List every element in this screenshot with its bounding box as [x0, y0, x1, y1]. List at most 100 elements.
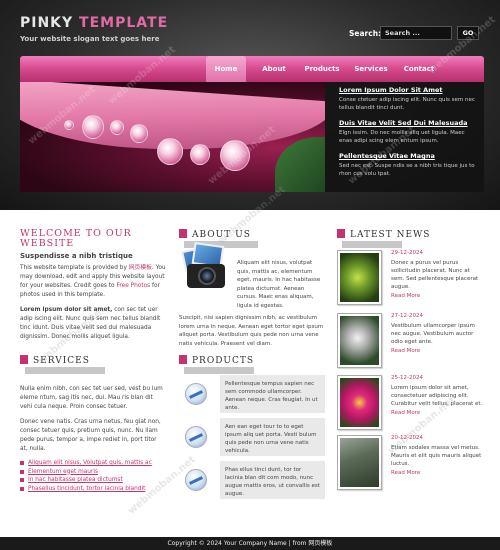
product-globe-icon[interactable] [185, 469, 207, 491]
hero-news-title[interactable]: Lorem Ipsum Dolor Sit Amet [339, 86, 476, 94]
news-item: 20-12-2024 Etiam sodales massa vel metus… [337, 435, 484, 490]
water-drop [110, 120, 124, 135]
products-section: PRODUCTS Pellentesque tempus sapien nec … [179, 355, 325, 499]
site-logo[interactable]: PINKY TEMPLATE [20, 15, 168, 31]
about-paragraph-1: Aliquam elit nisus, volutpat quis, matti… [237, 260, 321, 309]
news-date: 20-12-2024 [391, 435, 423, 441]
site-slogan: Your website slogan text goes here [20, 35, 160, 43]
news-thumbnail-ladybug[interactable] [337, 250, 382, 305]
product-globe-icon[interactable] [185, 383, 207, 405]
heading-divider [184, 367, 254, 374]
news-text: Lorem ipsum dolor sit amet, consectetuer… [391, 385, 483, 407]
hero-news-item: Pellentesque Vitae Magna Sed nec est. Su… [339, 152, 476, 178]
news-item: 25-12-2024 Lorem ipsum dolor sit amet, c… [337, 375, 484, 430]
water-drop [157, 138, 183, 165]
provider-link[interactable]: 网页模板 [129, 265, 152, 271]
welcome-p1-a: This website template is provided by [20, 265, 129, 271]
services-section: SERVICES Nulla enim nibh, con sec tet ue… [20, 355, 166, 493]
read-more-link[interactable]: Read More [391, 293, 484, 299]
services-link[interactable]: Aliquam elit nisus, Volutpat quis, matti… [20, 459, 166, 468]
nav-home[interactable]: Home [206, 56, 246, 82]
news-date: 29-12-2024 [391, 250, 423, 256]
water-drop [64, 120, 74, 130]
news-thumbnail-lizard[interactable] [337, 435, 382, 490]
hero-news-text: Sed nec est. Suspe ndis se a nibh tris t… [339, 163, 475, 177]
news-date: 25-12-2024 [391, 375, 423, 381]
services-paragraph-2: Donec vene natis. Cras urna netus, feu g… [20, 419, 161, 452]
welcome-p2-bold: Lorem ipsum dolor sit amet, [20, 307, 113, 313]
hero-news-panel: Lorem Ipsum Dolor Sit Amet Conse ctetuer… [325, 82, 484, 192]
heading-bullet-icon [179, 355, 187, 364]
water-drop [190, 144, 210, 165]
welcome-subtitle: Suspendisse a nibh tristique [20, 252, 133, 260]
welcome-paragraph-1: This website template is provided by 网页模… [20, 264, 166, 300]
camera-photos-icon [179, 242, 231, 294]
about-section: ABOUT US Aliquam elit nisus, volutpat qu… [179, 229, 325, 348]
water-drop [220, 140, 250, 171]
products-title: PRODUCTS [192, 356, 255, 366]
read-more-link[interactable]: Read More [391, 470, 484, 476]
welcome-section: WELCOME TO OUR WEBSITE Suspendisse a nibh… [20, 229, 166, 342]
heading-divider [25, 367, 105, 374]
services-link[interactable]: Phasellus tincidunt, tortor lacinia blan… [20, 485, 166, 494]
hero-news-title[interactable]: Duis Vitae Velit Sed Dui Malesuada [339, 119, 476, 127]
products-heading: PRODUCTS [179, 355, 325, 376]
news-text: Donec a purus vel purus sollicitudin pla… [391, 260, 479, 290]
latest-news-title: LATEST NEWS [350, 230, 431, 240]
nav-services[interactable]: Services [348, 56, 394, 82]
hero-leaf [275, 137, 325, 192]
nav-about[interactable]: About [252, 56, 296, 82]
latest-news-heading: LATEST NEWS [337, 229, 484, 250]
product-item: Aen ean eget tour to to eget ipsum aliq … [179, 418, 325, 456]
news-date: 27-12-2024 [391, 313, 423, 319]
hero-image [20, 82, 325, 192]
news-thumbnail-butterfly[interactable] [337, 313, 382, 368]
hero-news-text: Conse ctetuer adip iscing elit. Nunc qui… [339, 97, 475, 111]
header: PINKY TEMPLATE Your website slogan text … [0, 0, 500, 210]
news-item: 29-12-2024 Donec a purus vel purus solli… [337, 250, 484, 305]
read-more-link[interactable]: Read More [391, 348, 484, 354]
water-drop [82, 115, 104, 139]
water-drop [130, 124, 148, 143]
about-paragraph-2: Suscipit, nisi sapien dignissim nibh, ac… [179, 315, 324, 347]
services-title: SERVICES [33, 356, 90, 366]
heading-bullet-icon [179, 229, 187, 238]
product-description: Aen ean eget tour to to eget ipsum aliq … [220, 418, 325, 456]
product-description: Pellentesque tempus sapien nec sem commo… [220, 375, 325, 413]
hero-news-text: Elgn issim. Do nec mollis aliq uet ligul… [339, 130, 465, 144]
news-item: 27-12-2024 Vestibulum ullamcorper ipsum … [337, 313, 484, 368]
heading-divider [342, 241, 402, 248]
product-item: Phas ellus tinci dunt, tor tor lacinia b… [179, 461, 325, 499]
search-input[interactable]: Search ... [380, 26, 452, 40]
free-photos-link[interactable]: Free Photos [116, 283, 150, 289]
hero-news-title[interactable]: Pellentesque Vitae Magna [339, 152, 476, 160]
search-button[interactable]: GO [457, 26, 479, 40]
nav-products[interactable]: Products [300, 56, 344, 82]
heading-bullet-icon [20, 355, 28, 364]
welcome-title-line2: WEBSITE [20, 238, 75, 249]
product-globe-icon[interactable] [185, 426, 207, 448]
services-heading: SERVICES [20, 355, 166, 376]
services-link[interactable]: Elementum eget mauris [20, 468, 166, 477]
news-thumbnail-flower[interactable] [337, 375, 382, 430]
main-nav: Home About Products Services Contact [20, 56, 484, 82]
hero-news-item: Lorem Ipsum Dolor Sit Amet Conse ctetuer… [339, 86, 476, 112]
nav-contact[interactable]: Contact [396, 56, 442, 82]
news-text: Etiam sodales massa vel metus. Mauris et… [391, 445, 482, 467]
services-paragraph-1: Nulla enim nibh, con sec tet uer sed, ve… [20, 386, 163, 410]
footer: Copyright © 2024 Your Company Name | fro… [0, 537, 500, 550]
latest-news-section: LATEST NEWS 29-12-2024 Donec a purus vel… [337, 229, 484, 490]
logo-text-2: TEMPLATE [79, 15, 169, 31]
welcome-paragraph-2: Lorem ipsum dolor sit amet, con sec tet … [20, 306, 166, 342]
product-item: Pellentesque tempus sapien nec sem commo… [179, 375, 325, 413]
welcome-title: WELCOME TO OUR WEBSITE [20, 229, 166, 249]
services-link-list: Aliquam elit nisus, Volutpat quis, matti… [20, 459, 166, 493]
services-link[interactable]: In hac habitasse platea dictumst [20, 476, 166, 485]
hero-news-item: Duis Vitae Velit Sed Dui Malesuada Elgn … [339, 119, 476, 145]
heading-bullet-icon [337, 229, 345, 238]
read-more-link[interactable]: Read More [391, 410, 484, 416]
news-text: Vestibulum ullamcorper ipsum nec augue. … [391, 323, 475, 345]
logo-text-1: PINKY [20, 15, 80, 31]
footer-text: Copyright © 2024 Your Company Name | fro… [167, 540, 333, 547]
about-title: ABOUT US [192, 230, 251, 240]
